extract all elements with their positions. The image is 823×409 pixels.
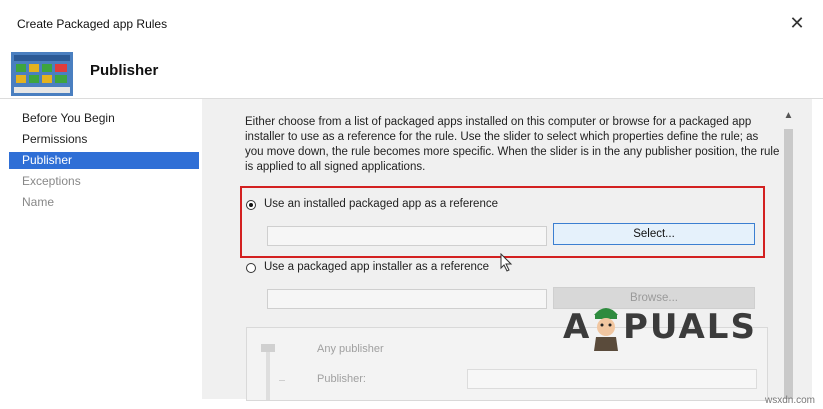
slider-track: [266, 352, 270, 400]
scroll-up-icon[interactable]: ▲: [782, 109, 795, 123]
installer-radio[interactable]: [246, 263, 256, 273]
nav-item-publisher[interactable]: Publisher: [9, 152, 199, 169]
window-title: Create Packaged app Rules: [17, 17, 168, 31]
publisher-field-label: Publisher:: [317, 373, 366, 385]
vertical-scrollbar[interactable]: ▲: [782, 99, 795, 399]
nav-item-name: Name: [22, 195, 55, 209]
publisher-field: [467, 369, 757, 389]
nav-item-before-you-begin[interactable]: Before You Begin: [9, 110, 199, 127]
wizard-nav: Before You Begin Permissions Publisher E…: [0, 99, 202, 399]
nav-item-permissions[interactable]: Permissions: [9, 131, 199, 148]
source-credit: wsxdn.com: [764, 395, 815, 406]
packaged-app-icon: [11, 52, 73, 96]
appuals-watermark: A PUALS: [563, 297, 773, 357]
watermark-letter-a: A: [563, 307, 592, 347]
mouse-cursor-icon: [500, 253, 513, 272]
mascot-icon: [594, 308, 618, 351]
installer-radio-label[interactable]: Use a packaged app installer as a refere…: [264, 261, 489, 273]
nav-item-exceptions: Exceptions: [22, 174, 81, 188]
instructions-text: Either choose from a list of packaged ap…: [245, 116, 780, 173]
page-title: Publisher: [90, 62, 159, 79]
wizard-header: Publisher: [0, 40, 823, 99]
watermark-text: PUALS: [623, 307, 757, 347]
create-packaged-app-rules-dialog: Create Packaged app Rules ✕ Publisher Be…: [0, 0, 823, 409]
title-bar: Create Packaged app Rules ✕: [0, 0, 823, 40]
highlight-box: [240, 186, 765, 258]
scroll-thumb[interactable]: [784, 129, 793, 399]
any-publisher-label: Any publisher: [317, 343, 384, 355]
close-icon[interactable]: ✕: [786, 12, 808, 34]
installer-field: [267, 289, 547, 309]
slider-thumb[interactable]: [261, 344, 275, 352]
slider-tick: [279, 380, 285, 381]
